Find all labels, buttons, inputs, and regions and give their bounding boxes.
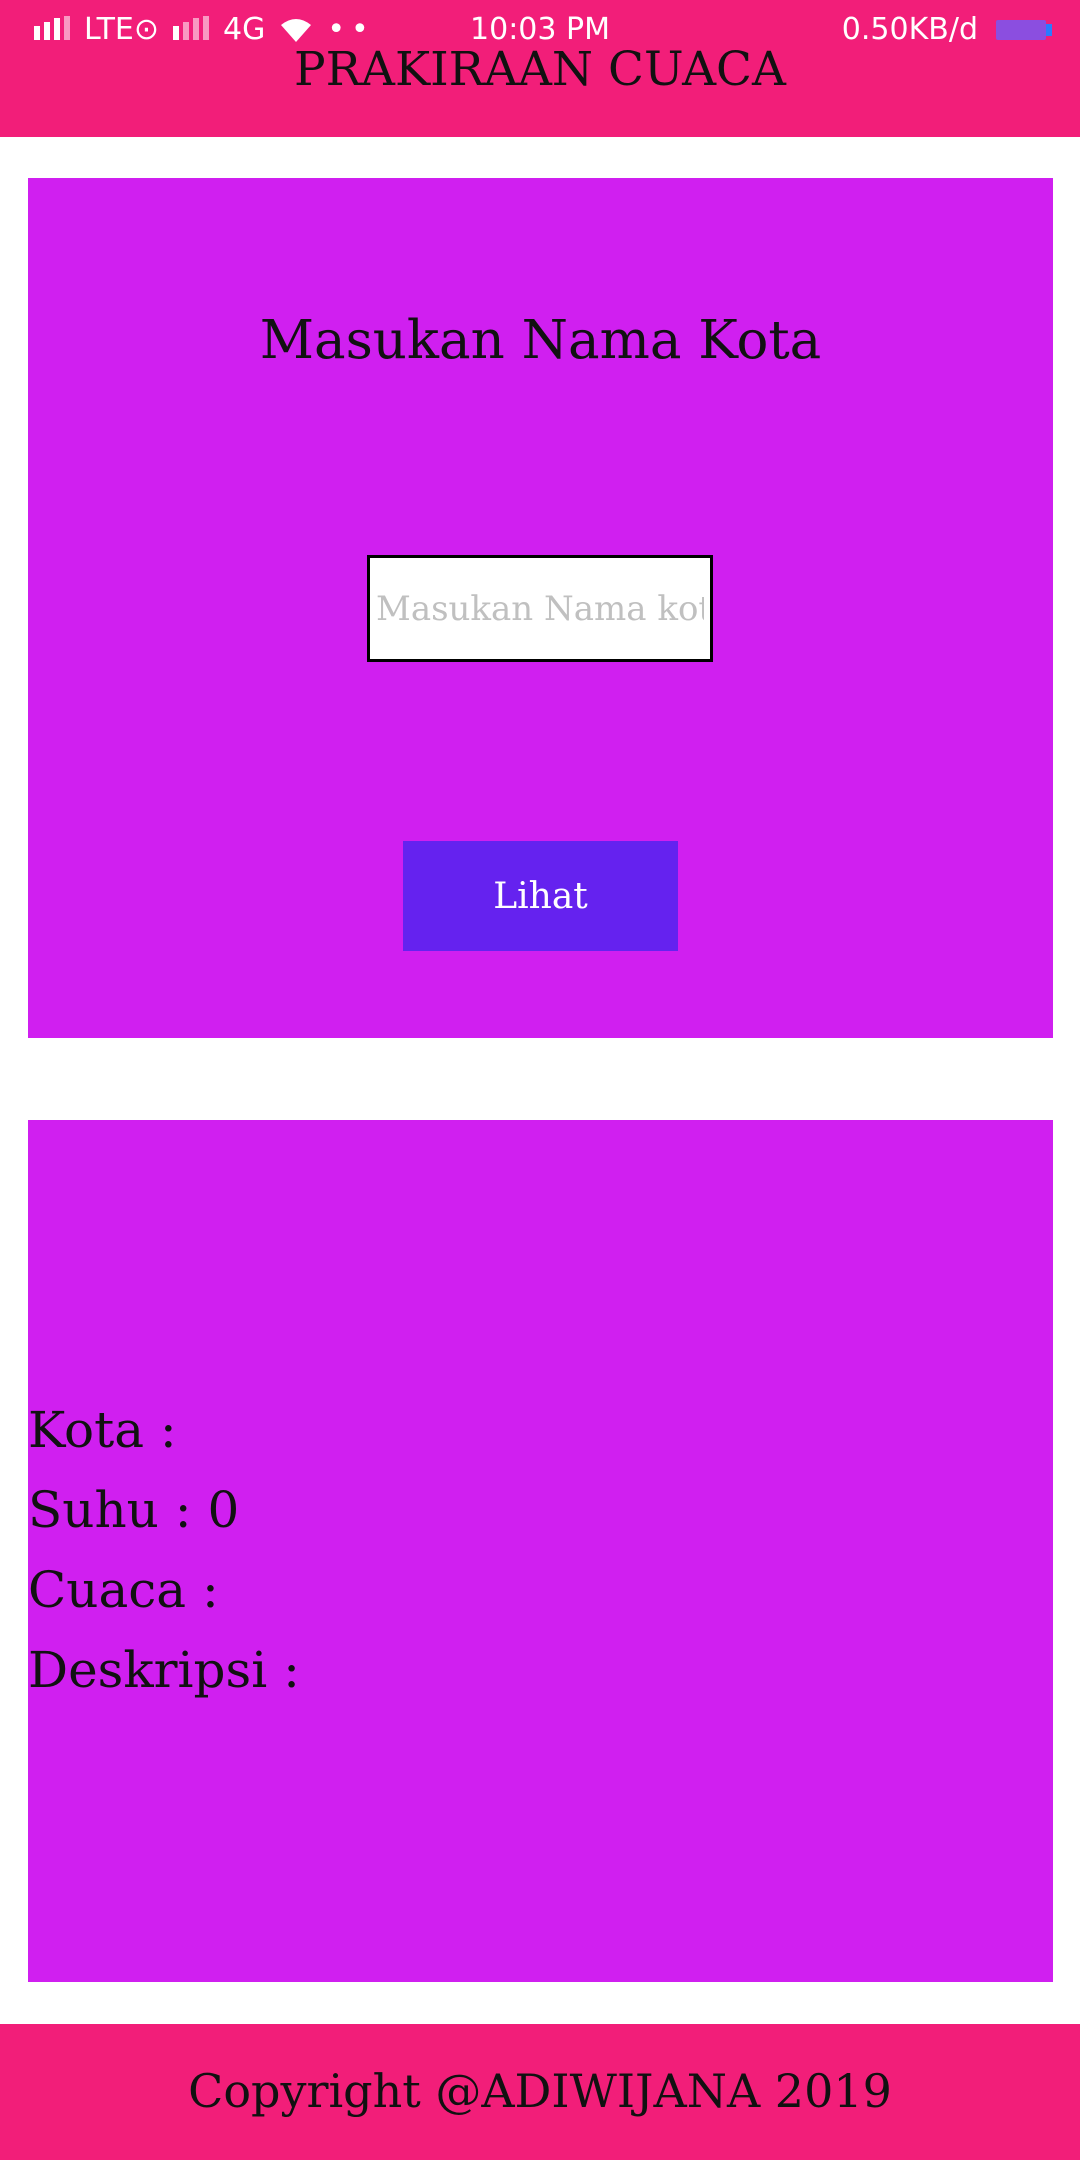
battery-icon (996, 19, 1052, 40)
deskripsi-label: Deskripsi : (28, 1641, 316, 1699)
kota-label: Kota : (28, 1401, 193, 1459)
page-title: PRAKIRAAN CUACA (294, 42, 786, 97)
city-prompt-label: Masukan Nama Kota (259, 310, 822, 371)
city-input-card: Masukan Nama Kota Lihat (28, 178, 1053, 1038)
city-search-input[interactable] (367, 555, 713, 662)
suhu-row: Suhu : 0 (28, 1470, 316, 1550)
weather-result-list: Kota : Suhu : 0 Cuaca : Deskripsi : (28, 1390, 316, 1710)
lihat-button[interactable]: Lihat (403, 841, 678, 951)
deskripsi-row: Deskripsi : (28, 1630, 316, 1710)
cuaca-label: Cuaca : (28, 1561, 235, 1619)
app-header: LTE⊙ 4G •• 10:03 PM 0.50KB/d PRAKIRAAN C… (0, 0, 1080, 137)
cuaca-row: Cuaca : (28, 1550, 316, 1630)
suhu-label: Suhu : (28, 1481, 208, 1539)
weather-result-card: Kota : Suhu : 0 Cuaca : Deskripsi : (28, 1120, 1053, 1982)
copyright-text: Copyright @ADIWIJANA 2019 (188, 2064, 892, 2118)
app-footer: Copyright @ADIWIJANA 2019 (0, 2024, 1080, 2160)
kota-row: Kota : (28, 1390, 316, 1470)
suhu-value: 0 (207, 1481, 240, 1539)
